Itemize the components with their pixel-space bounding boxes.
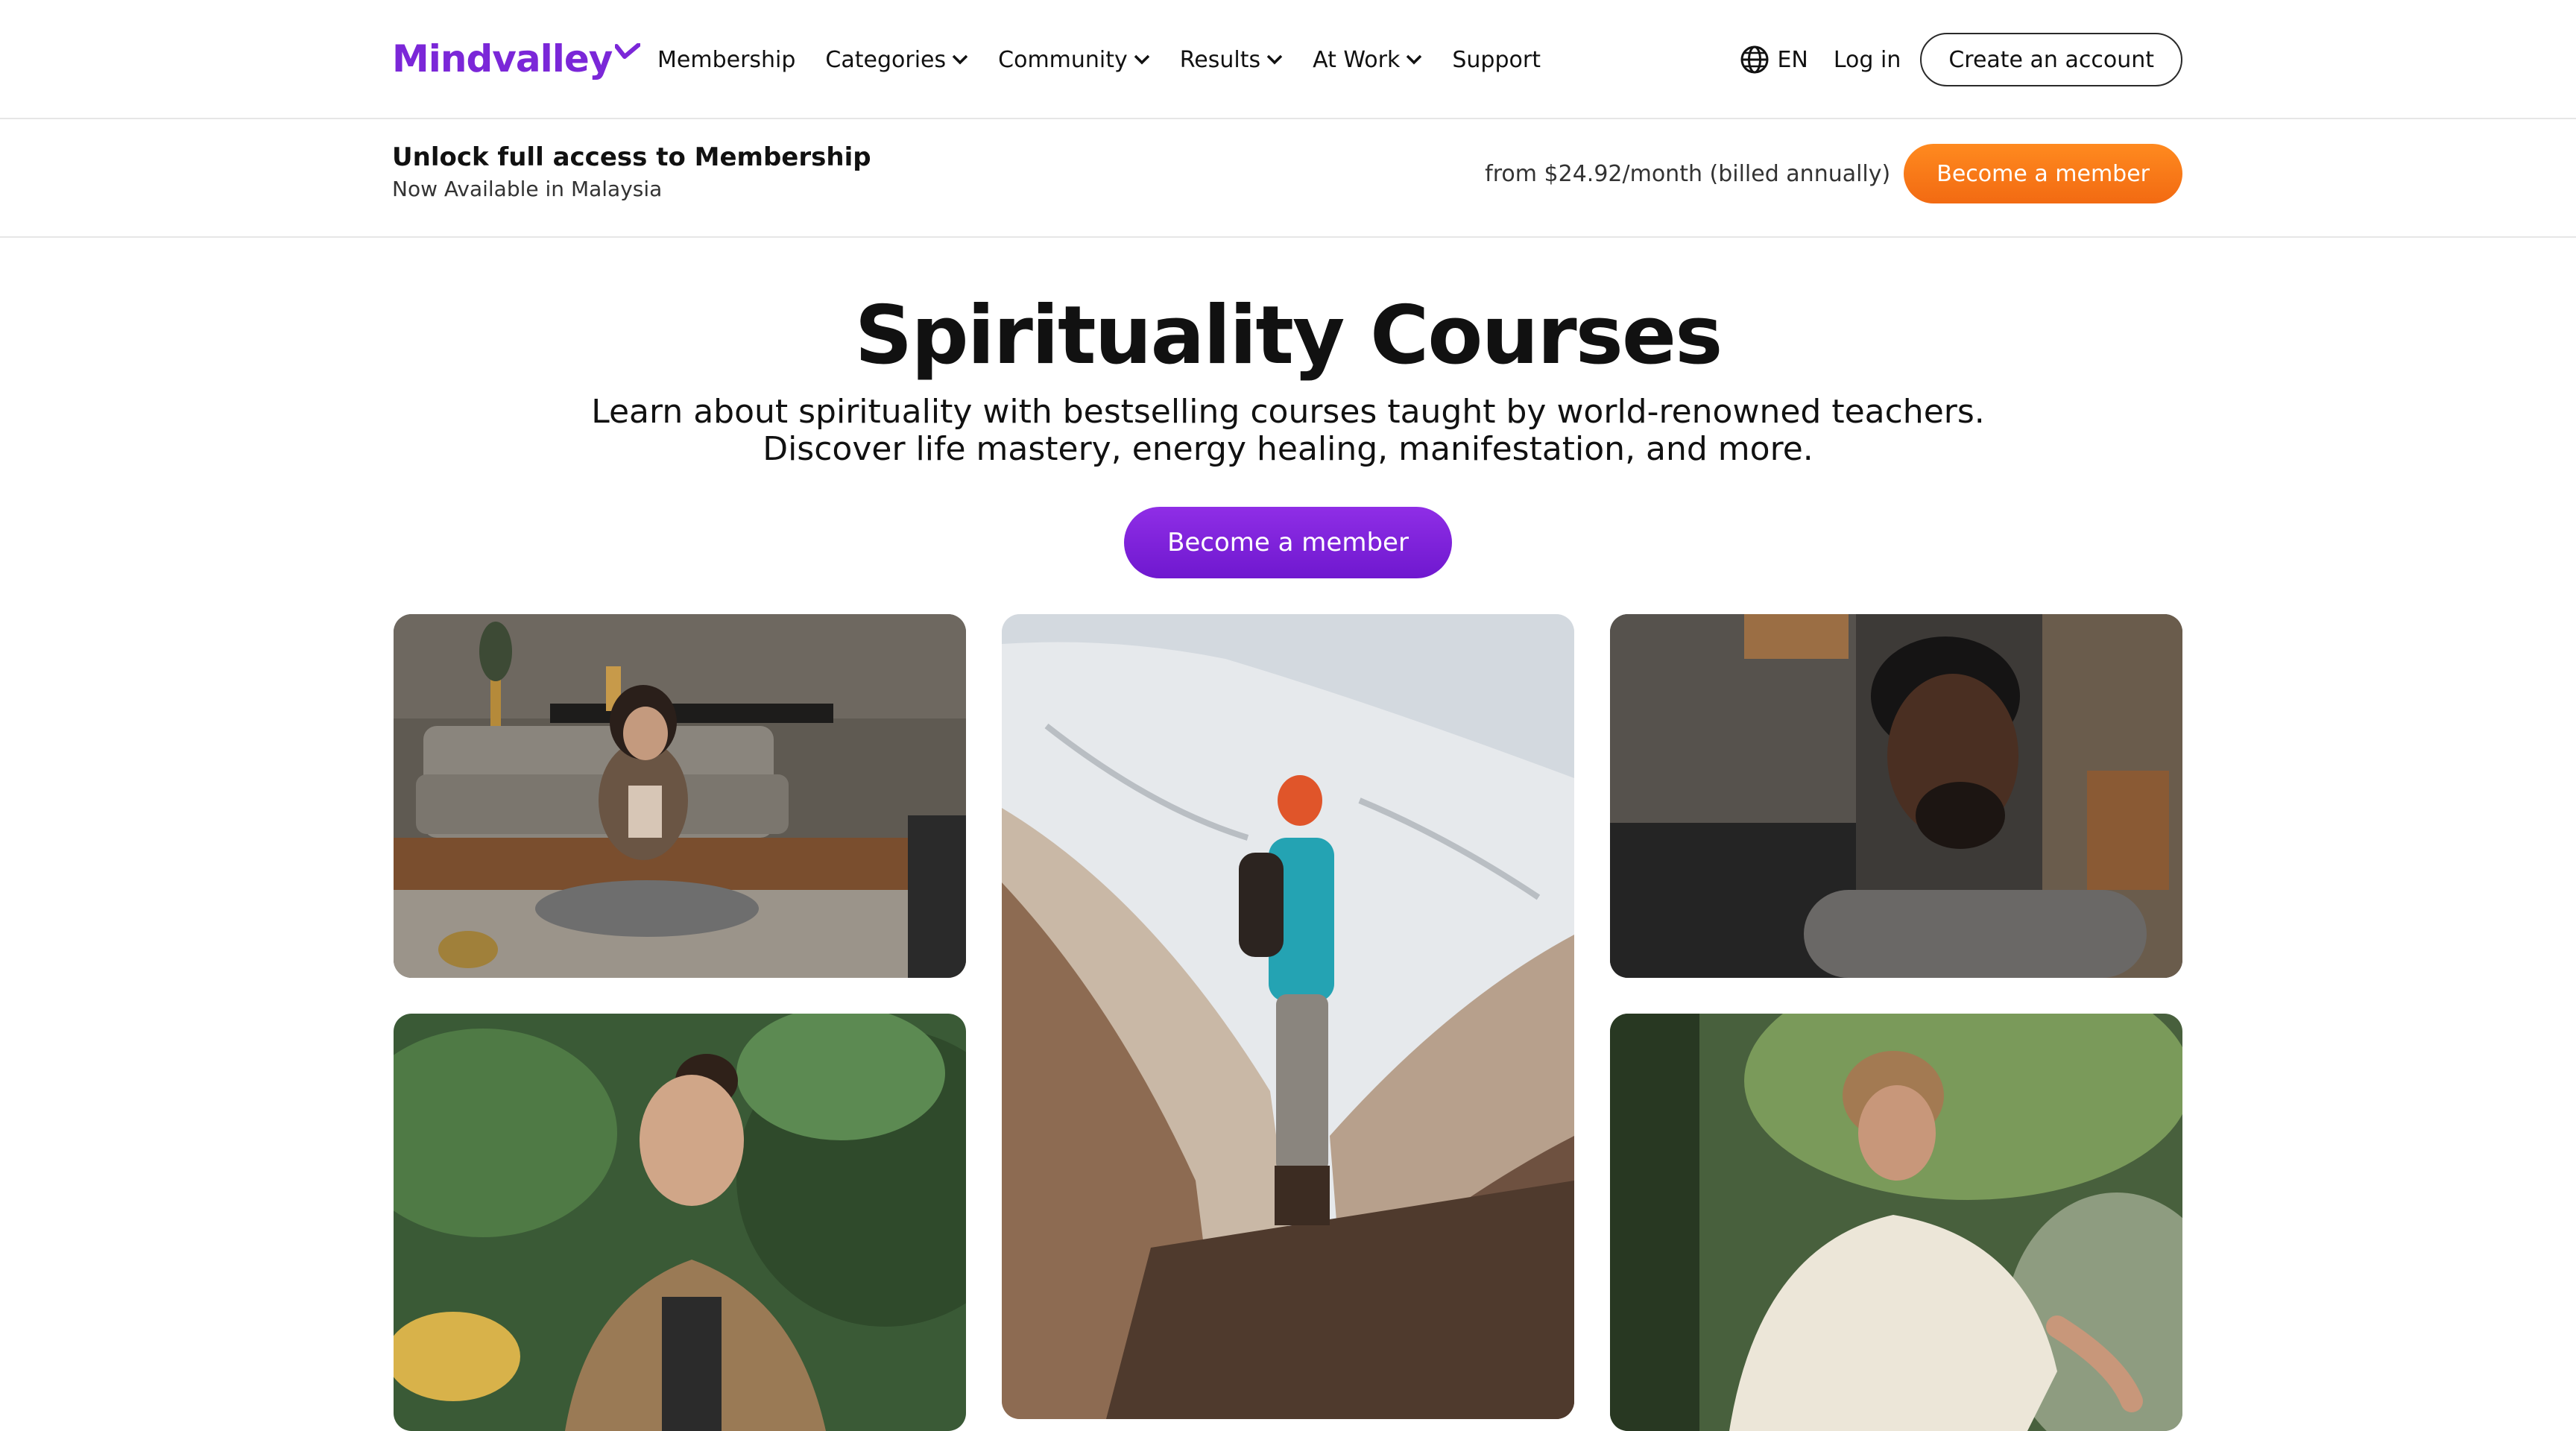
nav-link-membership[interactable]: Membership — [657, 47, 795, 73]
subtitle-line-2: Discover life mastery, energy healing, m… — [763, 430, 1813, 468]
page-title: Spirituality Courses — [854, 289, 1723, 382]
chevron-down-icon — [1407, 54, 1422, 65]
page-subtitle: Learn about spirituality with bestsellin… — [0, 394, 2576, 468]
nav-link-label: At Work — [1313, 46, 1401, 73]
nav-link-label: Membership — [657, 46, 796, 73]
become-member-banner-button[interactable]: Become a member — [1904, 144, 2182, 203]
membership-banner: Unlock full access to Membership Now Ava… — [0, 120, 2576, 238]
gallery-image-man-forest — [1610, 1014, 2182, 1431]
photo-man-eyes-closed — [1610, 614, 2182, 978]
nav-link-label: Categories — [825, 46, 947, 73]
banner-title: Unlock full access to Membership — [392, 142, 871, 172]
gallery-image-hiker-mountain — [1002, 614, 1574, 1419]
nav-link-at-work[interactable]: At Work — [1313, 47, 1422, 73]
top-navigation: Mindvalley Membership Categories Communi… — [0, 0, 2576, 119]
chevron-down-icon — [1134, 54, 1150, 65]
chevron-down-icon — [952, 54, 968, 65]
photo-hiker-mountain — [1002, 614, 1574, 1419]
subtitle-line-1: Learn about spirituality with bestsellin… — [591, 393, 1985, 431]
gallery-image-woman-meditating — [394, 614, 966, 978]
become-member-hero-button[interactable]: Become a member — [1124, 507, 1452, 578]
nav-link-label: Support — [1452, 46, 1541, 73]
gallery-image-man-eyes-closed — [1610, 614, 2182, 978]
nav-link-results[interactable]: Results — [1180, 47, 1283, 73]
create-account-button[interactable]: Create an account — [1920, 33, 2182, 86]
language-label: EN — [1777, 46, 1808, 73]
banner-subtitle: Now Available in Malaysia — [392, 177, 663, 201]
banner-actions: from $24.92/month (billed annually) Beco… — [1485, 144, 2182, 203]
nav-link-categories[interactable]: Categories — [825, 47, 968, 73]
login-link[interactable]: Log in — [1834, 47, 1901, 73]
nav-link-support[interactable]: Support — [1452, 47, 1541, 73]
nav-link-label: Results — [1179, 46, 1261, 73]
language-selector[interactable]: EN — [1740, 45, 1808, 75]
nav-link-community[interactable]: Community — [998, 47, 1150, 73]
globe-icon — [1740, 45, 1769, 74]
photo-man-forest — [1610, 1014, 2182, 1431]
logo-check-icon — [615, 43, 641, 59]
chevron-down-icon — [1266, 54, 1283, 65]
nav-actions: EN Log in Create an account — [1740, 31, 2182, 88]
primary-nav: Membership Categories Community Results … — [657, 39, 1570, 80]
mindvalley-logo[interactable]: Mindvalley — [392, 33, 641, 85]
photo-woman-meditating — [394, 614, 966, 978]
logo-text: Mindvalley — [392, 37, 613, 80]
photo-woman-forest — [394, 1014, 966, 1431]
gallery-image-woman-forest — [394, 1014, 966, 1431]
price-text: from $24.92/month (billed annually) — [1485, 160, 1891, 187]
nav-link-label: Community — [998, 46, 1128, 73]
